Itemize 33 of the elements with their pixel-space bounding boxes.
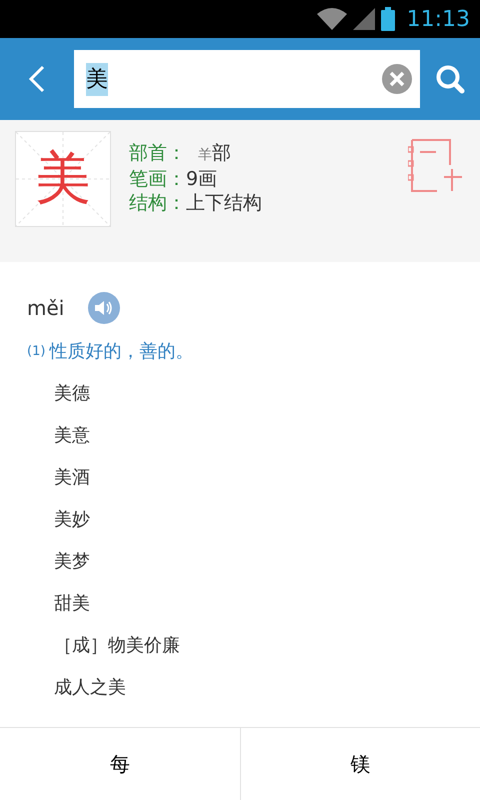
example-word: 美德 <box>54 382 91 406</box>
clear-icon[interactable] <box>382 64 412 94</box>
speaker-button[interactable] <box>88 292 120 324</box>
status-time: 11:13 <box>406 6 470 34</box>
search-text: 美 <box>86 62 108 96</box>
search-field[interactable]: 美 <box>74 50 420 108</box>
field-value: 上下结构 <box>186 191 262 215</box>
speaker-icon <box>95 300 114 316</box>
example-word: ［成］物美价廉 <box>54 634 181 658</box>
field-value: 9画 <box>186 167 218 191</box>
wifi-icon <box>316 8 347 30</box>
character-glyph: 美 <box>35 151 91 207</box>
example-word: 美妙 <box>54 508 91 532</box>
search-icon <box>435 64 465 94</box>
field-label: 部首： <box>129 141 186 165</box>
field-label: 笔画： <box>129 167 186 191</box>
signal-icon <box>352 8 375 30</box>
notebook-add-icon[interactable] <box>408 139 462 193</box>
example-word: 甜美 <box>54 592 91 616</box>
back-icon <box>28 65 46 93</box>
definition-number: (1) <box>27 342 46 361</box>
example-word: 成人之美 <box>54 676 127 700</box>
battery-icon <box>380 7 395 31</box>
definition-text: 性质好的，善的。 <box>49 340 194 364</box>
example-word: 美意 <box>54 424 91 448</box>
nav-character-button[interactable]: 每 <box>0 728 240 800</box>
example-word: 美酒 <box>54 466 91 490</box>
pinyin: měi <box>27 295 64 322</box>
nav-character-button[interactable]: 镁 <box>240 728 480 800</box>
field-label: 结构： <box>129 191 186 215</box>
field-value: 部 <box>212 141 231 165</box>
example-word: 美梦 <box>54 550 91 574</box>
field-value: 羊 <box>198 146 212 165</box>
